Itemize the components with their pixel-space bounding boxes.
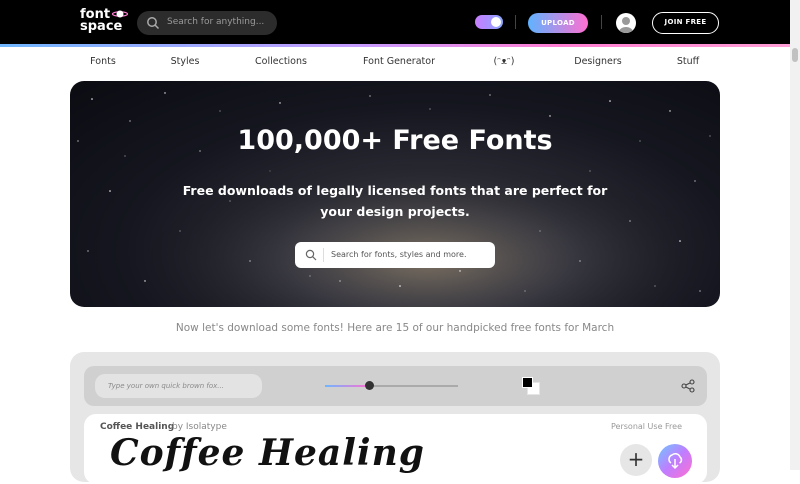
share-icon[interactable] (681, 379, 695, 393)
font-designer-link[interactable]: by Isolatype (172, 422, 227, 432)
search-icon (305, 249, 317, 261)
download-button[interactable] (658, 444, 692, 478)
global-search[interactable]: Search for anything... (137, 11, 277, 35)
toggle-knob (491, 17, 501, 27)
avatar[interactable] (616, 13, 636, 33)
nav-item-stuff[interactable]: Stuff (677, 56, 699, 67)
header-gradient-line (0, 44, 800, 47)
search-divider (323, 248, 324, 262)
nav-item-collections[interactable]: Collections (255, 56, 307, 67)
nav-item-emoticon[interactable]: (ᵔᴥᵔ) (493, 56, 514, 67)
download-icon (668, 453, 683, 470)
upload-button[interactable]: UPLOAD (528, 13, 588, 33)
scrollbar[interactable] (790, 0, 800, 470)
main-nav: Fonts Styles Collections Font Generator … (0, 56, 790, 70)
license-label: Personal Use Free (611, 422, 683, 431)
logo-line-2: space (80, 19, 123, 34)
hero-search-placeholder: Search for fonts, styles and more. (331, 250, 467, 259)
hero-search-input[interactable]: Search for fonts, styles and more. (295, 242, 495, 268)
global-search-placeholder: Search for anything... (167, 17, 265, 27)
text-color-swatch[interactable] (522, 377, 533, 388)
dark-mode-toggle[interactable] (475, 15, 503, 29)
nav-item-fonts[interactable]: Fonts (90, 56, 116, 67)
join-free-button[interactable]: JOIN FREE (652, 12, 719, 34)
nav-item-font-generator[interactable]: Font Generator (363, 56, 435, 67)
font-preview[interactable]: Coffee Healing (110, 432, 425, 474)
slider-handle[interactable] (364, 381, 374, 390)
hero-banner: 100,000+ Free Fonts Free downloads of le… (70, 81, 720, 307)
hero-subtitle: Free downloads of legally licensed fonts… (182, 183, 608, 219)
quick-text-input[interactable]: Type your own quick brown fox... (95, 374, 262, 398)
search-icon (147, 17, 160, 30)
user-icon (619, 17, 633, 33)
hero-title: 100,000+ Free Fonts (237, 125, 553, 156)
font-name-link[interactable]: Coffee Healing (100, 422, 174, 432)
add-to-collection-button[interactable]: + (620, 444, 652, 476)
nav-item-styles[interactable]: Styles (171, 56, 200, 67)
slider-fill (325, 385, 369, 387)
font-size-slider[interactable] (325, 381, 458, 390)
quick-text-placeholder: Type your own quick brown fox... (108, 382, 224, 390)
scrollbar-thumb[interactable] (792, 48, 798, 62)
header-divider (515, 15, 516, 29)
featured-tagline: Now let's download some fonts! Here are … (175, 322, 615, 334)
header-divider (601, 15, 602, 29)
planet-icon (112, 10, 128, 18)
nav-item-designers[interactable]: Designers (574, 56, 622, 67)
